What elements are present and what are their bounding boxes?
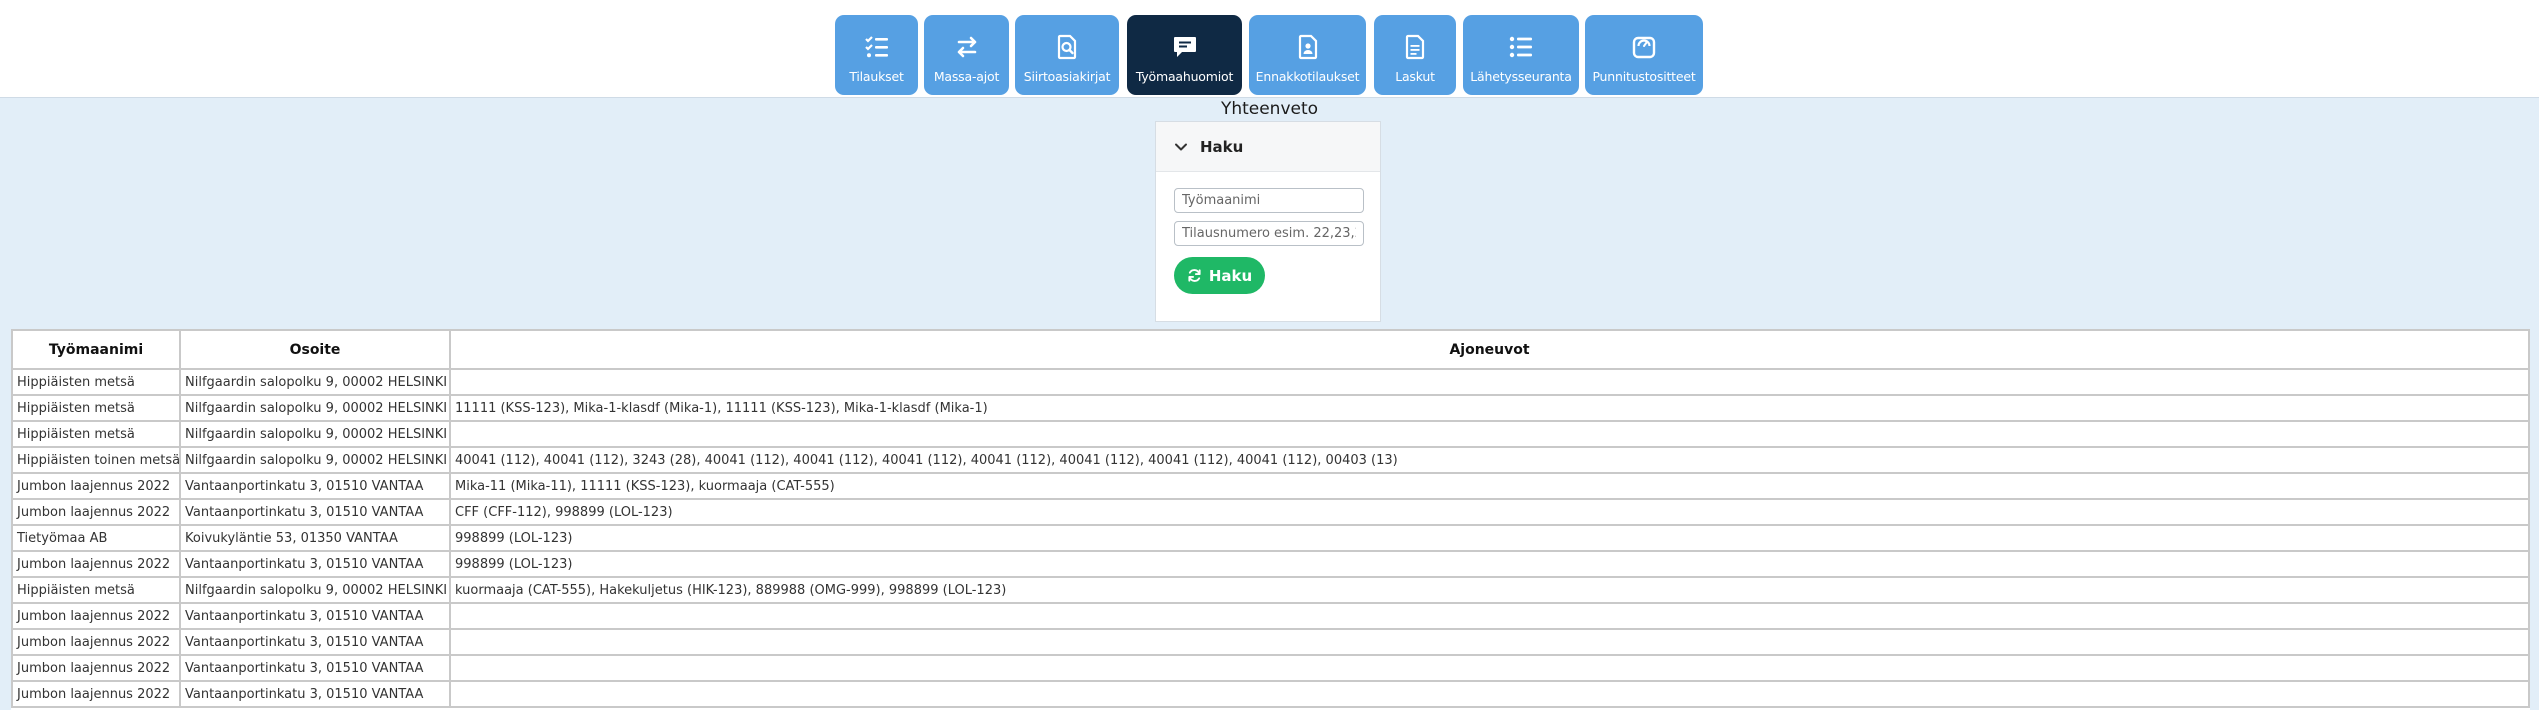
cell-vehicles: Mika-11 (Mika-11), 11111 (KSS-123), kuor… — [449, 472, 2530, 500]
cell-vehicles — [449, 680, 2530, 708]
document-search-icon — [1057, 34, 1077, 60]
worksite-name-input[interactable] — [1174, 188, 1364, 213]
refresh-icon — [1188, 269, 1201, 282]
cell-address: Nilfgaardin salopolku 9, 00002 HELSINKI — [179, 576, 451, 604]
table-row[interactable]: Hippiäisten toinen metsä Nilfgaardin sal… — [11, 446, 2530, 474]
nav-label: Punnitustositteet — [1592, 69, 1696, 84]
table-header-row: Työmaanimi Osoite Ajoneuvot — [11, 329, 2530, 370]
column-header-address[interactable]: Osoite — [179, 329, 451, 370]
nav-label: Massa-ajot — [933, 69, 1000, 84]
cell-worksite: Hippiäisten metsä — [11, 576, 181, 604]
chevron-down-icon — [1175, 143, 1187, 150]
nav-label: Laskut — [1395, 69, 1435, 84]
table-row[interactable]: Tietyömaa AB Koivukyläntie 53, 01350 VAN… — [11, 524, 2530, 552]
cell-vehicles: 11111 (KSS-123), Mika-1-klasdf (Mika-1),… — [449, 394, 2530, 422]
nav-massa-ajot-button[interactable]: Massa-ajot — [924, 15, 1009, 95]
cell-address: Vantaanportinkatu 3, 01510 VANTAA — [179, 628, 451, 656]
table-row[interactable]: Jumbon laajennus 2022 Vantaanportinkatu … — [11, 472, 2530, 500]
table-row[interactable]: Jumbon laajennus 2022 Vantaanportinkatu … — [11, 498, 2530, 526]
cell-address: Nilfgaardin salopolku 9, 00002 HELSINKI — [179, 394, 451, 422]
table-row[interactable]: Hippiäisten metsä Nilfgaardin salopolku … — [11, 576, 2530, 604]
cell-worksite: Tietyömaa AB — [11, 524, 181, 552]
nav-label: Työmaahuomiot — [1135, 69, 1234, 84]
cell-vehicles — [449, 602, 2530, 630]
cell-worksite: Jumbon laajennus 2022 — [11, 550, 181, 578]
nav-lahetysseuranta-button[interactable]: Lähetysseuranta — [1463, 15, 1579, 95]
cell-address: Vantaanportinkatu 3, 01510 VANTAA — [179, 602, 451, 630]
worksite-table-container[interactable]: Työmaanimi Osoite Ajoneuvot Hippiäisten … — [11, 329, 2530, 710]
cell-worksite: Jumbon laajennus 2022 — [11, 628, 181, 656]
cell-vehicles — [449, 654, 2530, 682]
cell-vehicles: 998899 (LOL-123) — [449, 524, 2530, 552]
cell-address: Nilfgaardin salopolku 9, 00002 HELSINKI — [179, 446, 451, 474]
cell-address: Nilfgaardin salopolku 9, 00002 HELSINKI — [179, 368, 451, 396]
top-navigation: Tilaukset Massa-ajot Siirtoasiakirjat Ty… — [0, 0, 2539, 98]
cell-address: Koivukyläntie 53, 01350 VANTAA — [179, 524, 451, 552]
summary-title: Yhteenveto — [1220, 99, 1319, 119]
cell-address: Vantaanportinkatu 3, 01510 VANTAA — [179, 498, 451, 526]
cell-vehicles: CFF (CFF-112), 998899 (LOL-123) — [449, 498, 2530, 526]
cell-worksite: Jumbon laajennus 2022 — [11, 498, 181, 526]
cell-address: Vantaanportinkatu 3, 01510 VANTAA — [179, 550, 451, 578]
nav-siirtoasiakirjat-button[interactable]: Siirtoasiakirjat — [1015, 15, 1119, 95]
cell-worksite: Hippiäisten toinen metsä — [11, 446, 181, 474]
nav-laskut-button[interactable]: Laskut — [1374, 15, 1456, 95]
cell-worksite: Jumbon laajennus 2022 — [11, 654, 181, 682]
worksite-table: Työmaanimi Osoite Ajoneuvot Hippiäisten … — [11, 329, 2530, 708]
nav-label: Ennakkotilaukset — [1255, 69, 1360, 84]
table-row[interactable]: Jumbon laajennus 2022 Vantaanportinkatu … — [11, 654, 2530, 682]
list-check-icon — [864, 36, 888, 58]
table-row[interactable]: Jumbon laajennus 2022 Vantaanportinkatu … — [11, 628, 2530, 656]
nav-tilaukset-button[interactable]: Tilaukset — [835, 15, 918, 95]
list-icon — [1509, 36, 1532, 58]
table-row[interactable]: Jumbon laajennus 2022 Vantaanportinkatu … — [11, 680, 2530, 708]
table-row[interactable]: Hippiäisten metsä Nilfgaardin salopolku … — [11, 368, 2530, 396]
exchange-icon — [957, 36, 976, 58]
nav-label: Tilaukset — [849, 69, 904, 84]
table-row[interactable]: Hippiäisten metsä Nilfgaardin salopolku … — [11, 420, 2530, 448]
search-panel-header[interactable]: Haku — [1156, 122, 1380, 172]
cell-address: Nilfgaardin salopolku 9, 00002 HELSINKI — [179, 420, 451, 448]
scale-icon — [1632, 36, 1656, 59]
nav-tyomaahuomiot-button[interactable]: Työmaahuomiot — [1127, 15, 1242, 95]
document-user-icon — [1298, 34, 1317, 60]
cell-worksite: Hippiäisten metsä — [11, 394, 181, 422]
search-button[interactable]: Haku — [1174, 257, 1265, 294]
nav-label: Lähetysseuranta — [1470, 69, 1572, 84]
column-header-vehicles[interactable]: Ajoneuvot — [449, 329, 2530, 370]
table-row[interactable]: Hippiäisten metsä Nilfgaardin salopolku … — [11, 394, 2530, 422]
search-button-label: Haku — [1208, 266, 1253, 285]
search-panel: Haku Haku — [1155, 121, 1381, 322]
nav-label: Siirtoasiakirjat — [1023, 69, 1111, 84]
nav-ennakkotilaukset-button[interactable]: Ennakkotilaukset — [1249, 15, 1366, 95]
search-panel-title: Haku — [1200, 137, 1244, 156]
comment-icon — [1173, 37, 1196, 57]
cell-worksite: Jumbon laajennus 2022 — [11, 680, 181, 708]
cell-worksite: Hippiäisten metsä — [11, 420, 181, 448]
cell-address: Vantaanportinkatu 3, 01510 VANTAA — [179, 654, 451, 682]
cell-vehicles — [449, 420, 2530, 448]
table-row[interactable]: Jumbon laajennus 2022 Vantaanportinkatu … — [11, 550, 2530, 578]
invoice-icon — [1405, 34, 1425, 60]
cell-vehicles — [449, 628, 2530, 656]
column-header-worksite[interactable]: Työmaanimi — [11, 329, 181, 370]
table-row[interactable]: Jumbon laajennus 2022 Vantaanportinkatu … — [11, 602, 2530, 630]
cell-vehicles: 40041 (112), 40041 (112), 3243 (28), 400… — [449, 446, 2530, 474]
cell-worksite: Hippiäisten metsä — [11, 368, 181, 396]
nav-punnitustositteet-button[interactable]: Punnitustositteet — [1585, 15, 1703, 95]
cell-address: Vantaanportinkatu 3, 01510 VANTAA — [179, 680, 451, 708]
cell-worksite: Jumbon laajennus 2022 — [11, 472, 181, 500]
cell-address: Vantaanportinkatu 3, 01510 VANTAA — [179, 472, 451, 500]
order-number-input[interactable] — [1174, 221, 1364, 246]
cell-vehicles: 998899 (LOL-123) — [449, 550, 2530, 578]
cell-worksite: Jumbon laajennus 2022 — [11, 602, 181, 630]
cell-vehicles — [449, 368, 2530, 396]
cell-vehicles: kuormaaja (CAT-555), Hakekuljetus (HIK-1… — [449, 576, 2530, 604]
